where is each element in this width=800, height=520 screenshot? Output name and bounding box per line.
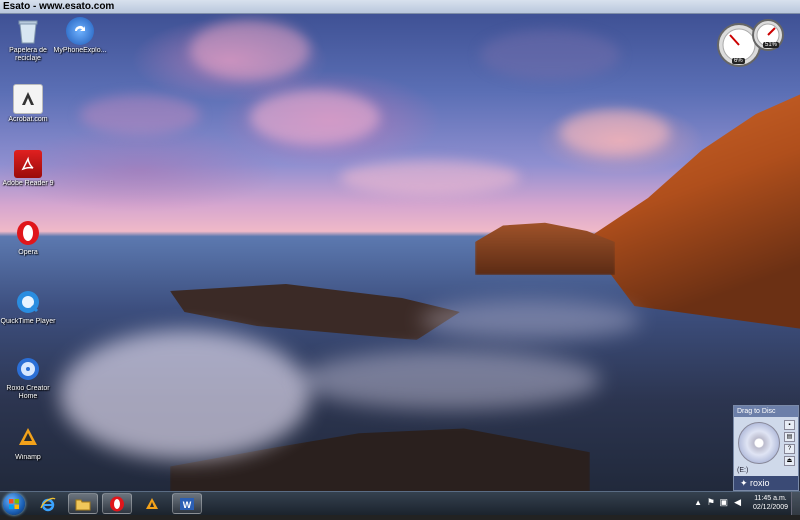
desktop-wallpaper	[0, 0, 800, 514]
network-icon[interactable]: ▣	[719, 497, 728, 508]
desktop-icon-label: Adobe Reader 9	[2, 180, 54, 187]
wallpaper-foam	[300, 350, 600, 410]
volume-icon[interactable]: ◀	[734, 497, 741, 508]
help-icon[interactable]: ?	[784, 444, 795, 454]
desktop-icon-label: Winamp	[15, 454, 41, 461]
taskbar-winamp[interactable]	[137, 493, 167, 514]
taskbar-word[interactable]: W	[172, 493, 202, 514]
window-title: Esato - www.esato.com	[3, 1, 115, 12]
drag-to-disc-gadget[interactable]: Drag to Disc ▪ ▤ ? ⏏ (E:) ✦ roxio	[733, 405, 799, 491]
folder-icon	[75, 499, 91, 510]
eject-icon[interactable]: ⏏	[784, 456, 795, 466]
desktop-icon-label: Roxio Creator Home	[6, 385, 50, 400]
desktop-icon-myphoneexplorer[interactable]: MyPhoneExplo...	[52, 17, 108, 55]
desktop-icon-label: QuickTime Player	[0, 318, 56, 325]
start-button[interactable]	[3, 493, 25, 515]
wallpaper-cloud	[250, 90, 380, 145]
drive-label: (E:)	[737, 467, 749, 474]
windows-logo-icon	[9, 499, 19, 509]
wallpaper-cloud	[340, 160, 520, 195]
winamp-icon	[146, 497, 158, 509]
roxio-creator-icon	[14, 355, 42, 383]
quicktime-icon	[14, 288, 42, 316]
wallpaper-rocks	[475, 222, 615, 275]
wallpaper-foam	[60, 330, 310, 460]
desktop-icon-roxio-creator[interactable]: Roxio Creator Home	[0, 355, 56, 401]
settings-icon[interactable]: ▪	[784, 420, 795, 430]
drag-to-disc-title: Drag to Disc	[734, 406, 798, 417]
desktop-icon-label: MyPhoneExplo...	[53, 47, 107, 54]
desktop-icon-label: Papelera de reciclaje	[9, 47, 47, 62]
internet-explorer-icon	[40, 497, 56, 511]
taskbar-internet-explorer[interactable]	[33, 493, 63, 514]
flag-icon[interactable]: ⚑	[707, 497, 715, 508]
clock-date: 02/12/2009	[752, 504, 788, 511]
winamp-icon	[14, 424, 42, 452]
desktop-icon-quicktime[interactable]: QuickTime Player	[0, 288, 56, 326]
myphoneexplorer-icon	[66, 17, 94, 45]
disc-icon	[738, 422, 780, 464]
word-icon: W	[180, 497, 194, 510]
adobe-reader-icon	[14, 150, 42, 178]
wallpaper-reef	[170, 284, 460, 340]
show-desktop-button[interactable]	[791, 492, 800, 515]
desktop-icon-winamp[interactable]: Winamp	[0, 424, 56, 462]
recycle-bin-icon	[14, 17, 42, 45]
acrobat-com-icon	[13, 84, 43, 114]
window-title-bar: Esato - www.esato.com	[0, 0, 800, 14]
desktop-icon-opera[interactable]: Opera	[0, 219, 56, 257]
wallpaper-cloud	[80, 95, 200, 135]
opera-icon	[14, 219, 42, 247]
wallpaper-cloud	[560, 110, 670, 155]
roxio-logo-icon: ✦	[740, 478, 751, 488]
show-hidden-icons-icon[interactable]: ▲	[694, 498, 702, 507]
taskbar-windows-explorer[interactable]	[68, 493, 98, 514]
desktop-icon-label: Acrobat.com	[8, 116, 48, 123]
memory-reading: 51%	[763, 42, 780, 48]
roxio-brand-text: roxio	[750, 478, 770, 488]
desktop-icon-recycle-bin[interactable]: Papelera de reciclaje	[0, 17, 56, 63]
clock[interactable]: 11:45 a.m. 02/12/2009	[753, 494, 788, 512]
roxio-brand: ✦ roxio	[734, 476, 798, 490]
copy-disc-icon[interactable]: ▤	[784, 432, 795, 442]
wallpaper-cloud	[190, 20, 310, 80]
wallpaper-foam	[420, 300, 640, 340]
svg-text:W: W	[183, 500, 192, 510]
desktop-icon-acrobat-com[interactable]: Acrobat.com	[0, 84, 56, 124]
cpu-reading: 6%	[732, 58, 745, 64]
cpu-meter-gadget[interactable]: 6% 51%	[716, 18, 788, 70]
taskbar-opera[interactable]	[102, 493, 132, 514]
clock-time: 11:45 a.m.	[754, 495, 787, 502]
desktop-icon-adobe-reader[interactable]: Adobe Reader 9	[0, 150, 56, 188]
taskbar: W ▲ ⚑ ▣ ◀ 11:45 a.m. 02/12/2009	[0, 491, 800, 515]
wallpaper-cloud	[480, 30, 620, 80]
desktop-icon-label: Opera	[18, 249, 38, 256]
opera-icon	[110, 496, 124, 511]
